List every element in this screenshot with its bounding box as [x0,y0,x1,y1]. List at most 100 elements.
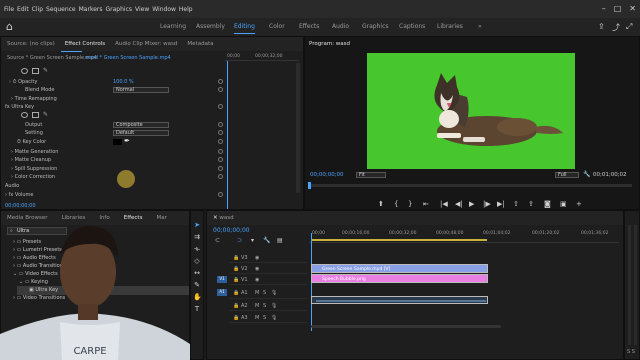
tab-sequence-wasd[interactable]: ✕ wasd [213,215,234,221]
tab-effect-controls[interactable]: Effect Controls [65,41,105,47]
eyedropper-icon[interactable]: ✒ [124,137,130,145]
mute-icon[interactable]: M [255,303,259,309]
step-forward-icon[interactable]: |▶ [483,200,491,208]
clip-audio-a1[interactable] [311,296,488,304]
fullscreen-icon[interactable]: ⤢ [626,22,632,32]
track-header-a1[interactable]: A1 🔒 A1 M S 🎙 [217,287,307,299]
ellipse-mask-icon[interactable] [21,68,28,74]
tab-source[interactable]: Source: (no clips) [7,41,55,47]
workspace-audio[interactable]: Audio [332,23,349,30]
go-to-in-icon[interactable]: ⇤ [423,200,429,208]
maximize-icon[interactable]: □ [614,4,622,13]
track-header-v3[interactable]: 🔒 V3 ◉ [229,253,307,263]
sequence-clip-label[interactable]: wasd * Green Screen Sample.mp4 [85,55,171,61]
go-to-in-point-icon[interactable]: |◀ [440,200,448,208]
workspace-color[interactable]: Color [269,23,285,30]
mic-icon[interactable]: 🎙 [271,290,277,296]
track-select-tool-icon[interactable]: ⇉ [193,233,201,241]
lock-icon[interactable]: 🔒 [233,303,239,309]
source-patch-a1[interactable]: A1 [217,289,227,296]
program-scrub-bar[interactable] [308,184,632,187]
selection-tool-icon[interactable]: ➤ [193,221,201,229]
step-back-icon[interactable]: ◀| [455,200,463,208]
eye-icon[interactable]: ◉ [255,266,259,272]
mark-out-icon[interactable]: } [408,200,412,208]
menu-sequence[interactable]: Sequence [46,6,76,13]
solo-meter-label[interactable]: S S [627,349,635,355]
linked-selection-icon[interactable]: ⊃ [237,237,242,244]
share-icon[interactable]: ⇪ [598,22,605,31]
timeline-timecode[interactable]: 00;00;00;00 [213,227,250,234]
mute-icon[interactable]: M [255,315,259,321]
workspace-editing[interactable]: Editing [234,23,255,34]
key-color-reset-icon[interactable] [218,139,223,144]
razor-tool-icon[interactable]: ◇ [193,257,201,265]
play-icon[interactable]: ▶ [469,200,474,208]
program-playhead[interactable] [308,182,311,189]
track-header-v2[interactable]: 🔒 V2 ◉ [229,264,307,274]
effect-controls-playhead[interactable] [227,61,228,209]
matte-gen-reset-icon[interactable] [218,149,223,154]
effect-controls-scrollbar[interactable] [296,63,300,193]
close-icon[interactable]: ✕ [629,4,636,13]
minimize-icon[interactable]: – [602,4,606,13]
mute-icon[interactable]: M [255,290,259,296]
color-correction-row[interactable]: › Color Correction [11,174,55,180]
add-marker-tl-icon[interactable]: ▾ [251,237,254,244]
solo-icon[interactable]: S [263,290,266,296]
timeline-ruler[interactable]: 00;00 00;00;16;00 00;00;32;00 00;00;48;0… [309,225,619,243]
track-header-a3[interactable]: 🔒 A3 M S 🎙 [229,313,307,323]
workspace-libraries[interactable]: Libraries [437,23,463,30]
ultra-key-ellipse-mask-icon[interactable] [21,112,28,118]
setting-dropdown[interactable]: Default [113,130,169,136]
mic-icon[interactable]: 🎙 [271,303,277,309]
opacity-reset-icon[interactable] [218,79,223,84]
fit-dropdown[interactable]: Fit [356,172,386,178]
captions-icon[interactable]: ▤ [277,237,283,244]
effect-controls-ruler[interactable]: 00;00 00;00;32;00 [225,53,299,61]
menu-window[interactable]: Window [152,6,176,13]
workspace-learning[interactable]: Learning [160,23,186,30]
quick-export-icon[interactable]: ⤴ [612,22,620,33]
ultra-key-row[interactable]: fx Ultra Key [5,104,34,110]
lock-icon[interactable]: 🔒 [233,255,239,261]
mic-icon[interactable]: 🎙 [271,315,277,321]
snap-icon[interactable]: ⊂ [215,237,220,244]
ultra-key-reset-icon[interactable] [218,104,223,109]
lock-icon[interactable]: 🔒 [233,277,239,283]
work-area-bar[interactable] [311,239,487,241]
solo-icon[interactable]: S [263,303,266,309]
spill-suppression-row[interactable]: › Spill Suppression [11,166,57,172]
export-frame-icon[interactable]: ◙ [544,200,551,208]
mark-in-icon[interactable]: { [394,200,398,208]
pen-tool-icon[interactable]: ✎ [193,281,201,289]
menu-edit[interactable]: Edit [17,6,29,13]
tab-audio-clip-mixer[interactable]: Audio Clip Mixer: wasd [115,41,177,47]
pen-mask-icon[interactable]: ✎ [43,67,48,74]
matte-cleanup-row[interactable]: › Matte Cleanup [11,157,51,163]
lock-icon[interactable]: 🔒 [233,315,239,321]
comparison-view-icon[interactable]: ▣ [560,200,567,208]
track-header-a2[interactable]: 🔒 A2 M S 🎙 [229,301,307,311]
rectangle-mask-icon[interactable] [32,68,39,74]
clip-green-screen-sample[interactable]: Green Screen Sample.mp4 [V] [311,264,488,273]
output-reset-icon[interactable] [218,122,223,127]
timeline-settings-icon[interactable]: 🔧 [263,237,270,244]
menu-help[interactable]: Help [179,6,193,13]
key-color-swatch[interactable] [113,139,122,145]
spill-reset-icon[interactable] [218,166,223,171]
program-timecode[interactable]: 00;00;00;00 [310,172,344,178]
menu-clip[interactable]: Clip [32,6,43,13]
home-icon[interactable]: ⌂ [6,20,20,34]
settings-wrench-icon[interactable]: 🔧 [583,171,590,178]
go-to-out-icon[interactable]: ▶| [497,200,505,208]
effect-controls-timecode[interactable]: 00;00;00;00 [5,203,36,209]
track-header-v1[interactable]: V1 🔒 V1 ◉ [217,275,307,285]
clip-speech-bubble[interactable]: Speech Bubble.png [311,274,488,283]
time-remapping-row[interactable]: › Time Remapping [11,96,57,102]
matte-generation-row[interactable]: › Matte Generation [11,149,58,155]
lock-icon[interactable]: 🔒 [233,266,239,272]
hand-tool-icon[interactable]: ✋ [193,293,202,301]
button-editor-plus-icon[interactable]: + [576,200,582,208]
ultra-key-pen-mask-icon[interactable]: ✎ [43,111,48,118]
